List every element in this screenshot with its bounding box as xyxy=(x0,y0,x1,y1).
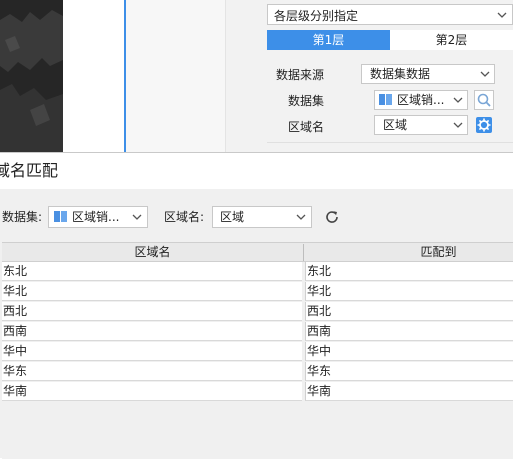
layer-mode-select[interactable]: 各层级分别指定 xyxy=(267,4,513,25)
canvas-area xyxy=(63,0,125,152)
chevron-down-icon xyxy=(497,12,507,18)
chevron-down-icon xyxy=(453,97,463,103)
matched-region-cell[interactable]: 华南 xyxy=(305,382,513,401)
region-name-cell: 华北 xyxy=(2,282,302,301)
table-row[interactable]: 华南 华南 xyxy=(2,382,513,402)
side-panel xyxy=(126,0,226,152)
table-row[interactable]: 华东 华东 xyxy=(2,362,513,382)
region-filter-select[interactable]: 区域 xyxy=(212,206,312,228)
region-name-cell: 西北 xyxy=(2,302,302,321)
matched-region-cell[interactable]: 华东 xyxy=(305,362,513,381)
dataset-value: 区域销... xyxy=(397,93,445,107)
dataset-label: 数据集 xyxy=(288,94,325,108)
refresh-button[interactable] xyxy=(323,208,341,226)
chevron-down-icon xyxy=(296,214,306,220)
region-filter-value: 区域 xyxy=(220,210,245,224)
matched-region-cell[interactable]: 西北 xyxy=(305,302,513,321)
table-row[interactable]: 华北 华北 xyxy=(2,282,513,302)
region-name-cell: 华中 xyxy=(2,342,302,361)
dataset-filter-label: 数据集: xyxy=(2,210,43,224)
chevron-down-icon xyxy=(132,214,142,220)
divider xyxy=(267,142,513,143)
matched-region-cell[interactable]: 华中 xyxy=(305,342,513,361)
matched-region-cell[interactable]: 华北 xyxy=(305,282,513,301)
region-name-cell: 西南 xyxy=(2,322,302,341)
region-field-value: 区域 xyxy=(383,118,408,132)
tab-layer-2[interactable]: 第2层 xyxy=(390,30,513,50)
gear-icon xyxy=(476,117,492,133)
refresh-icon xyxy=(326,211,338,223)
column-header-region[interactable]: 区域名 xyxy=(2,243,303,261)
dataset-filter-select[interactable]: 区域销... xyxy=(48,206,148,228)
region-field-label: 区域名 xyxy=(288,120,325,134)
dataset-icon xyxy=(54,211,68,222)
dialog-title: 域名匹配 xyxy=(0,161,59,180)
data-source-label: 数据来源 xyxy=(276,68,325,82)
table-row[interactable]: 西北 西北 xyxy=(2,302,513,322)
settings-button[interactable] xyxy=(474,115,494,135)
chevron-down-icon xyxy=(453,122,463,128)
region-name-cell: 华东 xyxy=(2,362,302,381)
region-name-cell: 东北 xyxy=(2,262,302,281)
region-filter-label: 区域名: xyxy=(164,210,205,224)
matched-region-cell[interactable]: 西南 xyxy=(305,322,513,341)
region-name-cell: 华南 xyxy=(2,382,302,401)
dataset-select[interactable]: 区域销... xyxy=(374,90,468,110)
data-source-select[interactable]: 数据集数据 xyxy=(361,64,495,84)
region-field-select[interactable]: 区域 xyxy=(374,115,468,135)
data-source-value: 数据集数据 xyxy=(370,67,431,81)
table-row[interactable]: 华中 华中 xyxy=(2,342,513,362)
chevron-down-icon xyxy=(480,71,490,77)
map-preview xyxy=(0,0,63,152)
tab-layer-1[interactable]: 第1层 xyxy=(267,30,390,50)
search-button[interactable] xyxy=(474,90,494,110)
table-header: 区域名 匹配到 xyxy=(2,242,513,262)
matched-region-cell[interactable]: 东北 xyxy=(305,262,513,281)
domain-match-dialog: 域名匹配 数据集: 区域销... 区域名: 区域 区域名 匹配到 东北 东北 华北华… xyxy=(0,152,513,459)
table-body: 东北 东北 华北 华北 西北 西北 西南 西南 华中 华中 华东 华东 华南 华南 xyxy=(2,262,513,402)
table-row[interactable]: 西南 西南 xyxy=(2,322,513,342)
column-header-match[interactable]: 匹配到 xyxy=(304,243,513,261)
layer-mode-value: 各层级分别指定 xyxy=(274,9,359,23)
dataset-filter-value: 区域销... xyxy=(72,210,120,224)
dataset-icon xyxy=(379,94,393,105)
match-table: 区域名 匹配到 东北 东北 华北 华北 西北 西北 西南 西南 华中 华中 华东 华东 华南 华南 xyxy=(2,242,513,459)
search-icon xyxy=(477,93,491,107)
table-row[interactable]: 东北 东北 xyxy=(2,262,513,282)
dialog-title-bar: 域名匹配 xyxy=(0,153,513,189)
